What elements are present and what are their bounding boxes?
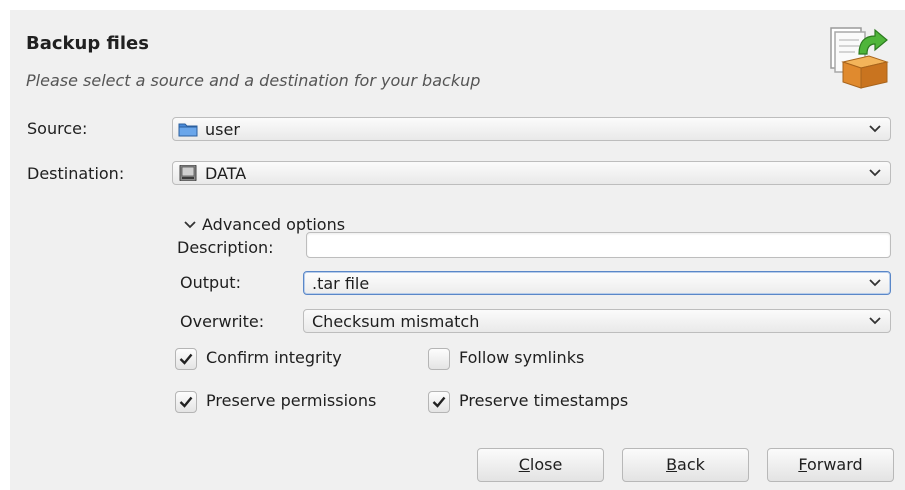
- backup-dialog: Backup files Please select a source and …: [10, 10, 905, 490]
- forward-button[interactable]: Forward: [767, 448, 894, 482]
- preserve-permissions-label: Preserve permissions: [206, 391, 377, 410]
- follow-symlinks-label: Follow symlinks: [459, 348, 585, 367]
- dialog-title: Backup files: [26, 33, 149, 54]
- backup-box-icon: [830, 27, 889, 89]
- chevron-down-icon: [869, 317, 881, 325]
- chevron-down-icon: [184, 220, 196, 228]
- check-icon: [432, 396, 446, 408]
- check-icon: [179, 396, 193, 408]
- preserve-timestamps-label: Preserve timestamps: [459, 391, 629, 410]
- checkbox-box: [428, 348, 450, 370]
- description-label: Description:: [177, 238, 274, 257]
- confirm-integrity-label: Confirm integrity: [206, 348, 342, 367]
- destination-label: Destination:: [27, 164, 125, 183]
- output-label: Output:: [180, 273, 241, 292]
- folder-icon: [178, 123, 198, 137]
- dialog-subtitle: Please select a source and a destination…: [26, 71, 481, 90]
- checkbox-box: [175, 391, 197, 413]
- source-combo[interactable]: user: [172, 117, 891, 141]
- destination-combo[interactable]: DATA: [172, 161, 891, 185]
- chevron-down-icon: [869, 125, 881, 133]
- source-value: user: [205, 120, 240, 139]
- checkbox-box: [175, 348, 197, 370]
- back-button[interactable]: Back: [622, 448, 749, 482]
- drive-icon: [179, 165, 197, 181]
- close-button[interactable]: Close: [477, 448, 604, 482]
- chevron-down-icon: [869, 279, 881, 287]
- checkbox-box: [428, 391, 450, 413]
- destination-value: DATA: [205, 164, 247, 183]
- description-input[interactable]: [306, 232, 891, 258]
- overwrite-label: Overwrite:: [180, 312, 265, 331]
- overwrite-value: Checksum mismatch: [312, 312, 480, 331]
- chevron-down-icon: [869, 169, 881, 177]
- output-value: .tar file: [312, 274, 370, 293]
- output-combo[interactable]: .tar file: [303, 271, 891, 295]
- source-label: Source:: [27, 119, 88, 138]
- check-icon: [179, 353, 193, 365]
- overwrite-combo[interactable]: Checksum mismatch: [303, 309, 891, 333]
